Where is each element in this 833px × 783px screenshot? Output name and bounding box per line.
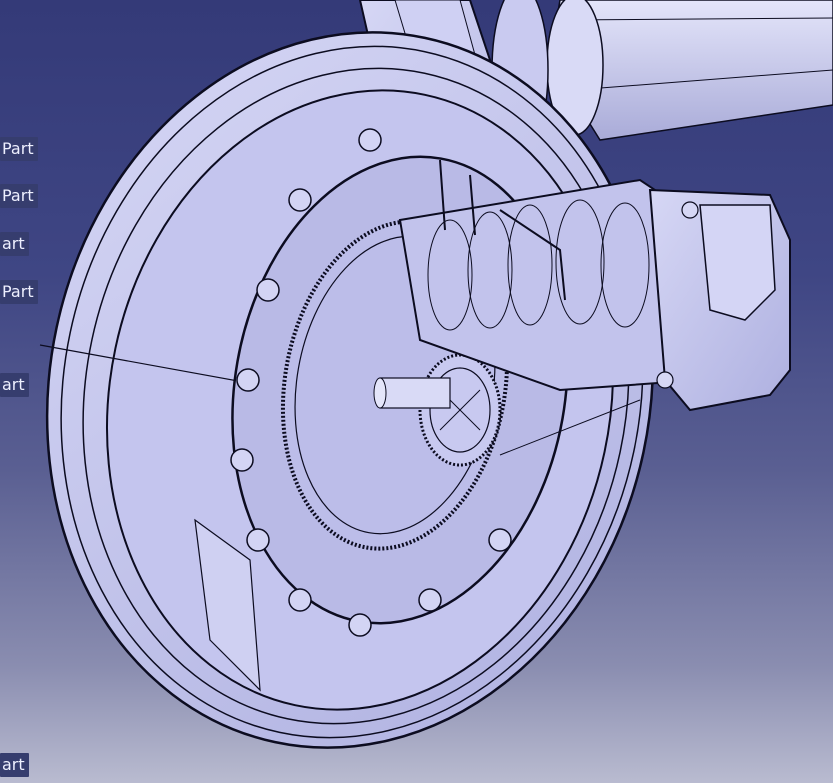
tree-node-part-3[interactable]: art <box>0 232 29 256</box>
end-bracket[interactable] <box>648 188 791 412</box>
tree-node-part-4[interactable]: Part <box>0 280 38 304</box>
axle-shaft[interactable] <box>546 0 833 141</box>
tree-node-part-5[interactable]: art <box>0 373 29 397</box>
tree-node-part-1[interactable]: Part <box>0 137 38 161</box>
tree-node-part-2[interactable]: Part <box>0 184 38 208</box>
tree-node-part-6[interactable]: art <box>0 753 29 777</box>
3d-viewport[interactable] <box>0 0 833 783</box>
